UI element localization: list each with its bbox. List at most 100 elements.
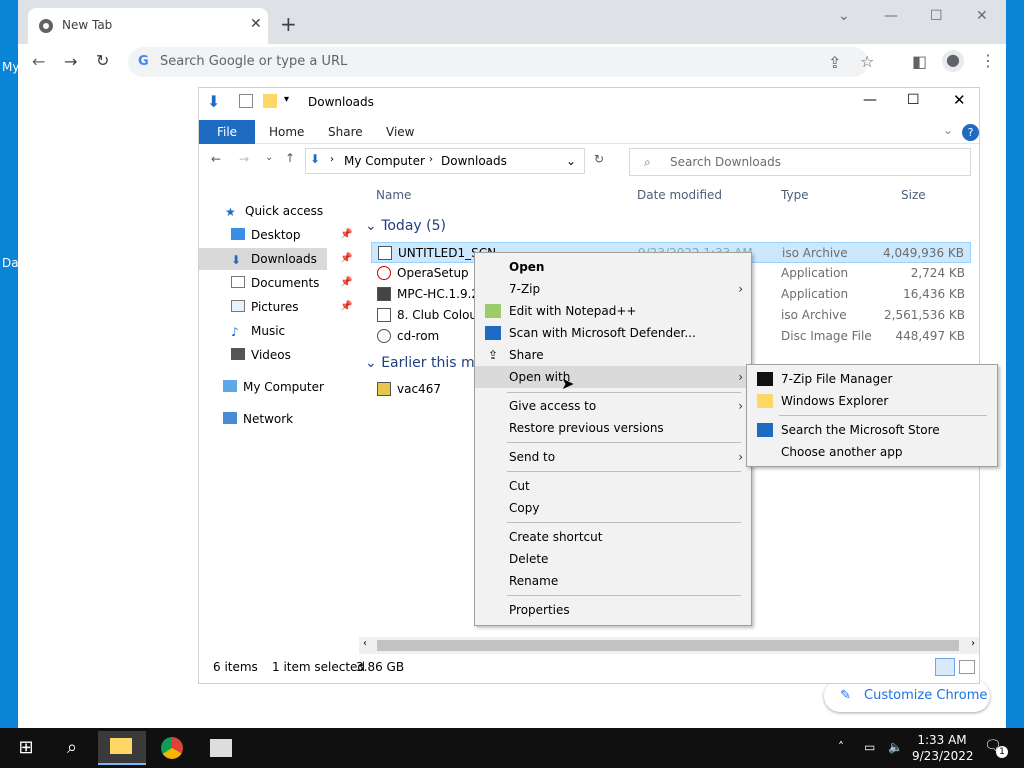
group-header-earlier[interactable]: ⌄ Earlier this mo [365, 355, 483, 371]
menu-item-choose-app[interactable]: Choose another app [747, 441, 997, 463]
7zip-icon [757, 372, 773, 386]
chevron-right-icon: › [738, 370, 743, 384]
menu-item-open-with[interactable]: Open with › [475, 366, 751, 388]
menu-item-copy[interactable]: Copy [475, 497, 751, 519]
bookmark-star-icon[interactable]: ☆ [860, 52, 874, 71]
menu-item-windows-explorer[interactable]: Windows Explorer [747, 390, 997, 412]
defender-shield-icon [485, 326, 501, 340]
iso-file-icon [377, 308, 391, 322]
share-icon[interactable]: ⇪ [828, 53, 841, 72]
back-icon[interactable]: ← [32, 52, 45, 71]
menu-item-7zip-file-manager[interactable]: 7-Zip File Manager [747, 368, 997, 390]
notification-badge: 1 [996, 746, 1008, 758]
desktop-icon-label: My [2, 60, 20, 74]
menu-item-open[interactable]: Open [475, 256, 751, 278]
column-header-type[interactable]: Type [781, 188, 809, 202]
explorer-minimize-button[interactable]: — [863, 92, 877, 108]
omnibox[interactable]: G Search Google or type a URL ⇪ ☆ [128, 47, 874, 77]
explorer-maximize-button[interactable]: ☐ [907, 92, 920, 108]
menu-item-give-access[interactable]: Give access to › [475, 395, 751, 417]
minimize-button[interactable]: — [884, 8, 898, 24]
menu-icon[interactable]: ⋮ [980, 51, 996, 70]
sidebar-item-pictures[interactable]: Pictures 📌 [199, 296, 352, 318]
tab-view[interactable]: View [386, 125, 414, 139]
ribbon-expand-icon[interactable]: ⌄ [943, 123, 953, 137]
properties-checkbox-icon[interactable] [239, 94, 253, 108]
tab-search-icon[interactable]: ⌄ [838, 8, 850, 24]
address-dropdown-icon[interactable]: ⌄ [566, 154, 576, 168]
reload-icon[interactable]: ↻ [96, 51, 109, 70]
menu-item-defender[interactable]: Scan with Microsoft Defender... [475, 322, 751, 344]
sidebar-item-quick-access[interactable]: ★ Quick access [199, 200, 327, 222]
menu-item-send-to[interactable]: Send to › [475, 446, 751, 468]
sidebar-item-music[interactable]: ♪ Music [199, 320, 327, 342]
pin-icon[interactable]: 📌 [340, 248, 352, 270]
scrollbar-thumb[interactable] [377, 640, 959, 651]
menu-item-properties[interactable]: Properties [475, 599, 751, 621]
tab-strip: New Tab ✕ + ⌄ — ☐ ✕ [18, 0, 1006, 44]
menu-item-microsoft-store[interactable]: Search the Microsoft Store [747, 419, 997, 441]
search-icon[interactable]: ⌕ [52, 734, 92, 762]
tray-chevron-icon[interactable]: ˄ [838, 740, 844, 754]
menu-separator [507, 392, 741, 393]
forward-icon[interactable]: → [64, 52, 77, 71]
column-header-name[interactable]: Name [376, 188, 411, 202]
sidebar-item-desktop[interactable]: Desktop 📌 [199, 224, 352, 246]
maximize-button[interactable]: ☐ [930, 8, 943, 24]
sidebar-item-videos[interactable]: Videos [199, 344, 327, 366]
start-button-windows-icon[interactable]: ⊞ [6, 734, 46, 762]
tab-home[interactable]: Home [269, 125, 304, 139]
menu-item-7zip[interactable]: 7-Zip › [475, 278, 751, 300]
pin-icon[interactable]: 📌 [340, 224, 352, 246]
help-icon[interactable]: ? [962, 124, 979, 141]
pin-icon[interactable]: 📌 [340, 296, 352, 318]
new-folder-icon[interactable] [263, 94, 277, 108]
menu-item-delete[interactable]: Delete [475, 548, 751, 570]
volume-icon[interactable]: 🔈 [888, 740, 903, 754]
explorer-close-button[interactable]: ✕ [953, 91, 966, 109]
scroll-right-icon[interactable]: › [971, 638, 975, 649]
large-icons-view-icon[interactable] [959, 660, 975, 674]
sidebar-item-documents[interactable]: Documents 📌 [199, 272, 352, 294]
tab-file[interactable]: File [199, 120, 255, 144]
taskbar-media-app[interactable] [200, 734, 240, 762]
sidebar-item-network[interactable]: Network [199, 408, 327, 430]
nav-back-icon[interactable]: ← [211, 152, 221, 166]
taskbar-file-explorer[interactable] [98, 731, 146, 765]
new-tab-button[interactable]: + [280, 12, 297, 36]
horizontal-scrollbar[interactable]: ‹ › [359, 637, 979, 654]
details-view-icon[interactable] [935, 658, 955, 676]
menu-item-cut[interactable]: Cut [475, 475, 751, 497]
nav-forward-icon[interactable]: → [239, 152, 249, 166]
sidebar-item-my-computer[interactable]: My Computer [199, 376, 327, 398]
profile-avatar[interactable]: ● [942, 50, 964, 72]
address-bar[interactable]: ⬇ › My Computer › Downloads ⌄ [305, 148, 585, 174]
close-button[interactable]: ✕ [976, 8, 988, 24]
column-header-date[interactable]: Date modified [637, 188, 722, 202]
breadcrumb-my-computer[interactable]: My Computer [344, 154, 425, 168]
taskbar-chrome[interactable] [152, 734, 192, 762]
close-tab-icon[interactable]: ✕ [250, 16, 262, 32]
menu-item-create-shortcut[interactable]: Create shortcut [475, 526, 751, 548]
menu-item-share[interactable]: ⇪ Share [475, 344, 751, 366]
tab-share[interactable]: Share [328, 125, 363, 139]
up-arrow-icon[interactable]: ↑ [285, 151, 295, 165]
sidebar-item-downloads[interactable]: ⬇ Downloads 📌 [199, 248, 352, 270]
side-panel-icon[interactable]: ◧ [912, 52, 927, 71]
recent-locations-icon[interactable]: ⌄ [265, 152, 273, 163]
scroll-left-icon[interactable]: ‹ [363, 638, 367, 649]
quick-toolbar-chevron-icon[interactable]: ▾ [284, 94, 289, 105]
menu-item-notepad[interactable]: Edit with Notepad++ [475, 300, 751, 322]
column-header-size[interactable]: Size [901, 188, 926, 202]
menu-item-rename[interactable]: Rename [475, 570, 751, 592]
tab-new-tab[interactable]: New Tab ✕ [28, 8, 268, 44]
network-icon[interactable]: ▭ [864, 740, 875, 754]
refresh-icon[interactable]: ↻ [594, 152, 604, 166]
menu-item-restore[interactable]: Restore previous versions [475, 417, 751, 439]
customize-chrome-button[interactable]: ✎ Customize Chrome [824, 680, 990, 712]
group-header-today[interactable]: ⌄ Today (5) [365, 218, 446, 234]
taskbar-clock[interactable]: 1:33 AM 9/23/2022 [912, 732, 974, 764]
breadcrumb-downloads[interactable]: Downloads [441, 154, 507, 168]
pin-icon[interactable]: 📌 [340, 272, 352, 294]
search-input[interactable]: ⌕ Search Downloads [629, 148, 971, 176]
